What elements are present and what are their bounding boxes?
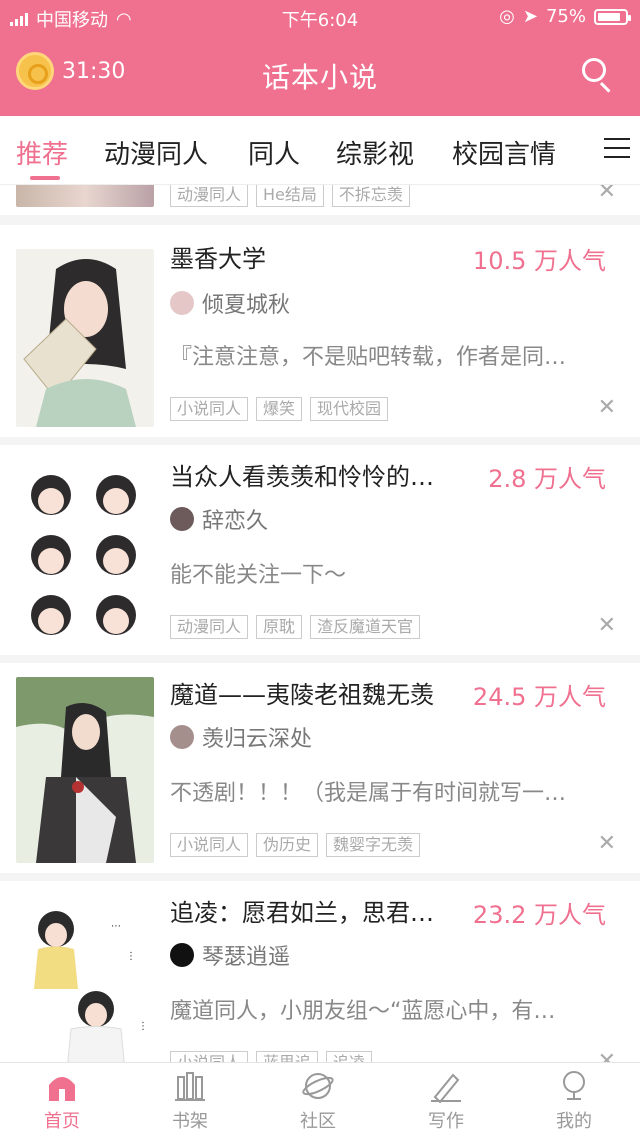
- author-name: 羡归云深处: [202, 727, 313, 752]
- story-card[interactable]: ⋯ ⋮ ⋮ 追凌：愿君如兰，思君… 23.2 万人气 琴瑟逍遥 魔道同人，小朋友组～…: [0, 881, 640, 1062]
- bookshelf-icon: [173, 1069, 207, 1103]
- avatar: [170, 291, 194, 315]
- story-cover[interactable]: ⋯ ⋮ ⋮: [16, 899, 154, 1062]
- popularity: 2.8 万人气: [488, 465, 606, 493]
- tag[interactable]: 原耽: [256, 615, 303, 639]
- story-card[interactable]: 墨香大学 10.5 万人气 倾夏城秋 『注意注意，不是贴吧转载，作者是同… 小说…: [0, 227, 640, 445]
- author-name: 辞恋久: [202, 509, 269, 534]
- tag[interactable]: 不拆忘羡: [331, 185, 410, 207]
- profile-icon: [557, 1069, 591, 1103]
- close-icon[interactable]: ✕: [598, 185, 616, 204]
- tag[interactable]: 追凌: [326, 1051, 373, 1062]
- author-name: 琴瑟逍遥: [202, 945, 291, 970]
- category-tabs: 推荐 动漫同人 同人 综影视 校园言情: [0, 116, 640, 185]
- story-cover[interactable]: [16, 185, 154, 207]
- story-description: 魔道同人，小朋友组～“蓝愿心中，有…: [170, 999, 556, 1024]
- nav-write[interactable]: 写作: [406, 1069, 486, 1133]
- story-title[interactable]: 追凌：愿君如兰，思君…: [170, 893, 434, 928]
- tab-recommend[interactable]: 推荐: [16, 134, 68, 171]
- story-description: 不透剧！！！（我是属于有时间就写一…: [170, 781, 567, 806]
- app-header: 31:30 话本小说: [0, 34, 640, 116]
- close-icon[interactable]: ✕: [598, 831, 616, 856]
- tab-fanfic[interactable]: 同人: [248, 134, 300, 171]
- battery-icon: [594, 8, 631, 25]
- svg-text:⋮: ⋮: [126, 951, 136, 962]
- nav-home[interactable]: 首页: [22, 1069, 102, 1133]
- tag[interactable]: 现代校园: [310, 397, 389, 421]
- planet-icon: [301, 1069, 335, 1103]
- story-card[interactable]: 动漫同人 He结局 不拆忘羡 ✕: [0, 185, 640, 225]
- close-icon[interactable]: ✕: [598, 395, 616, 420]
- tag[interactable]: 小说同人: [170, 833, 249, 857]
- nav-label: 我的: [556, 1111, 592, 1132]
- author[interactable]: 琴瑟逍遥: [170, 939, 290, 971]
- tag[interactable]: 伪历史: [256, 833, 319, 857]
- close-icon[interactable]: ✕: [598, 613, 616, 638]
- popularity: 23.2 万人气: [472, 901, 606, 929]
- location-icon: ➤: [522, 6, 538, 27]
- author-name: 倾夏城秋: [202, 293, 291, 318]
- app-title: 话本小说: [261, 61, 378, 94]
- author[interactable]: 羡归云深处: [170, 721, 312, 753]
- tag[interactable]: 蓝思追: [256, 1051, 319, 1062]
- story-cover[interactable]: [16, 677, 154, 863]
- story-title[interactable]: 当众人看羡羡和怜怜的…: [170, 457, 434, 492]
- tag[interactable]: 魏婴字无羡: [326, 833, 421, 857]
- search-icon[interactable]: [580, 56, 616, 92]
- tag[interactable]: 爆笑: [256, 397, 303, 421]
- story-title[interactable]: 魔道——夷陵老祖魏无羡: [170, 675, 434, 710]
- tag[interactable]: 动漫同人: [170, 185, 249, 207]
- author[interactable]: 倾夏城秋: [170, 287, 290, 319]
- story-description: 能不能关注一下～: [170, 563, 347, 588]
- lock-rotation-icon: ◎: [499, 6, 515, 27]
- battery-percent: 75%: [545, 6, 586, 27]
- story-description: 『注意注意，不是贴吧转载，作者是同…: [170, 345, 567, 370]
- story-title[interactable]: 墨香大学: [170, 239, 266, 274]
- nav-me[interactable]: 我的: [534, 1069, 614, 1133]
- nav-label: 书架: [172, 1111, 208, 1132]
- home-icon: [45, 1069, 79, 1103]
- bottom-nav: 首页 书架 社区 写作 我的: [0, 1062, 640, 1139]
- story-feed[interactable]: 动漫同人 He结局 不拆忘羡 ✕ 墨香大学 10.5 万人气 倾夏城秋 『注意注…: [0, 185, 640, 1062]
- tag[interactable]: 小说同人: [170, 1051, 249, 1062]
- avatar: [170, 943, 194, 967]
- popularity: 24.5 万人气: [472, 683, 606, 711]
- nav-label: 写作: [428, 1111, 464, 1132]
- story-card[interactable]: 当众人看羡羡和怜怜的… 2.8 万人气 辞恋久 能不能关注一下～ 动漫同人 原耽…: [0, 445, 640, 663]
- tag[interactable]: 动漫同人: [170, 615, 249, 639]
- story-cover[interactable]: [16, 249, 154, 427]
- popularity: 10.5 万人气: [472, 247, 606, 275]
- menu-icon[interactable]: [604, 138, 630, 160]
- close-icon[interactable]: ✕: [598, 1049, 616, 1062]
- tab-film-tv[interactable]: 综影视: [336, 134, 414, 171]
- active-tab-indicator: [30, 176, 60, 180]
- tab-campus-romance[interactable]: 校园言情: [452, 134, 556, 171]
- svg-text:⋮: ⋮: [138, 1021, 148, 1032]
- tag[interactable]: 小说同人: [170, 397, 249, 421]
- story-card[interactable]: 魔道——夷陵老祖魏无羡 24.5 万人气 羡归云深处 不透剧！！！（我是属于有时…: [0, 663, 640, 881]
- avatar: [170, 507, 194, 531]
- svg-text:⋯: ⋯: [111, 921, 121, 932]
- nav-bookshelf[interactable]: 书架: [150, 1069, 230, 1133]
- avatar: [170, 725, 194, 749]
- pen-icon: [429, 1069, 463, 1104]
- story-cover[interactable]: [16, 465, 154, 645]
- tag[interactable]: He结局: [256, 185, 324, 207]
- nav-community[interactable]: 社区: [278, 1069, 358, 1133]
- nav-label: 社区: [300, 1111, 336, 1132]
- nav-label: 首页: [44, 1111, 80, 1132]
- status-bar: 中国移动 ◠ 下午6:04 ◎ ➤ 75%: [0, 0, 640, 34]
- tag[interactable]: 渣反魔道天官: [310, 615, 421, 639]
- author[interactable]: 辞恋久: [170, 503, 268, 535]
- tab-anime-fanfic[interactable]: 动漫同人: [104, 134, 208, 171]
